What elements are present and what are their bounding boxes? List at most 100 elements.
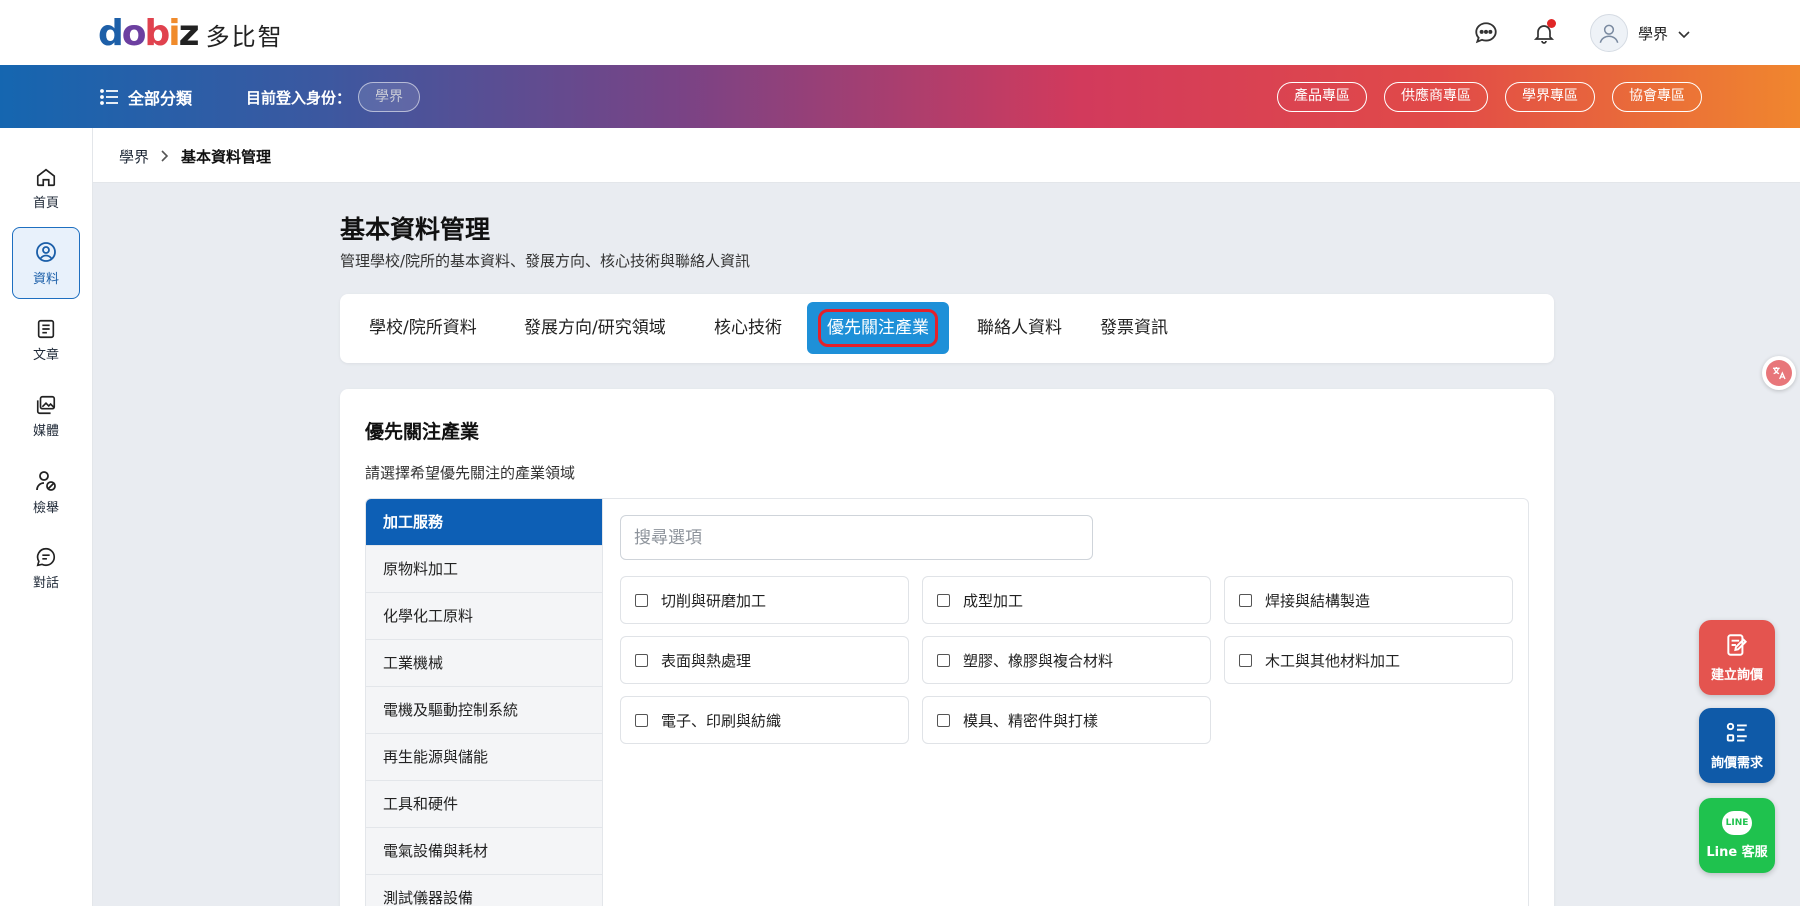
- chevron-down-icon: [1678, 24, 1690, 43]
- zone-suppliers-button[interactable]: 供應商專區: [1384, 82, 1488, 112]
- category-item[interactable]: 工具和硬件: [366, 781, 602, 828]
- page-subtitle: 管理學校/院所的基本資料、發展方向、核心技術與聯絡人資訊: [340, 252, 751, 270]
- sidebar-item-articles[interactable]: 文章: [12, 304, 80, 376]
- option-checkbox[interactable]: 電子、印刷與紡織: [620, 696, 909, 744]
- category-item[interactable]: 測試儀器設備: [366, 875, 602, 906]
- category-item[interactable]: 化學化工原料: [366, 593, 602, 640]
- sidebar-item-media[interactable]: 媒體: [12, 380, 80, 452]
- create-inquiry-button[interactable]: 建立詢價: [1699, 620, 1775, 695]
- option-label: 焊接與結構製造: [1265, 591, 1371, 610]
- category-item[interactable]: 工業機械: [366, 640, 602, 687]
- list-grid-icon: [1726, 722, 1747, 742]
- breadcrumb-current: 基本資料管理: [181, 148, 272, 166]
- bell-icon[interactable]: [1526, 15, 1562, 51]
- category-item[interactable]: 加工服務: [366, 499, 602, 546]
- industry-picker: 加工服務 原物料加工 化學化工原料 工業機械 電機及驅動控制系統 再生能源與儲能…: [365, 498, 1529, 906]
- checkbox[interactable]: [635, 653, 648, 667]
- notification-dot: [1546, 19, 1556, 28]
- role-badge: 學界: [358, 82, 420, 112]
- category-list: 加工服務 原物料加工 化學化工原料 工業機械 電機及驅動控制系統 再生能源與儲能…: [366, 499, 603, 906]
- all-categories-button[interactable]: 全部分類: [100, 85, 192, 109]
- breadcrumb: 學界 基本資料管理: [119, 146, 271, 167]
- sidebar-item-label: 資料: [32, 271, 59, 287]
- section-title: 優先關注產業: [365, 421, 480, 443]
- translate-icon[interactable]: [1762, 356, 1796, 390]
- checkbox[interactable]: [937, 713, 950, 727]
- checkbox[interactable]: [937, 653, 950, 667]
- page-title: 基本資料管理: [340, 215, 491, 244]
- zone-academia-button[interactable]: 學界專區: [1505, 82, 1595, 112]
- checkbox[interactable]: [1239, 593, 1252, 607]
- tab-contact-info[interactable]: 聯絡人資料: [969, 302, 1070, 354]
- checkbox[interactable]: [1239, 653, 1252, 667]
- site-logo[interactable]: dobiz 多比智: [98, 16, 284, 52]
- sidebar-item-profile[interactable]: 資料: [12, 227, 80, 299]
- option-label: 木工與其他材料加工: [1265, 651, 1401, 670]
- sidebar-item-report[interactable]: 檢舉: [12, 456, 80, 528]
- category-item[interactable]: 再生能源與儲能: [366, 734, 602, 781]
- zone-associations-button[interactable]: 協會專區: [1612, 82, 1702, 112]
- tab-invoice-info[interactable]: 發票資訊: [1092, 302, 1176, 354]
- messages-icon[interactable]: [1468, 15, 1504, 51]
- logo-text: 多比智: [205, 22, 284, 51]
- line-icon: LINE: [1722, 811, 1752, 835]
- user-menu[interactable]: 學界: [1589, 14, 1690, 52]
- avatar: [1589, 14, 1628, 52]
- option-label: 表面與熱處理: [661, 651, 752, 670]
- option-checkbox[interactable]: 焊接與結構製造: [1224, 576, 1513, 624]
- option-label: 成型加工: [963, 591, 1024, 610]
- line-service-button[interactable]: LINE Line 客服: [1699, 798, 1775, 873]
- tab-label: 優先關注產業: [827, 318, 929, 338]
- option-checkbox[interactable]: 木工與其他材料加工: [1224, 636, 1513, 684]
- option-label: 模具、精密件與打樣: [963, 711, 1099, 730]
- checkbox[interactable]: [635, 593, 648, 607]
- sidebar-item-label: 對話: [32, 575, 59, 591]
- option-checkbox[interactable]: 表面與熱處理: [620, 636, 909, 684]
- section-description: 請選擇希望優先關注的產業領域: [365, 464, 576, 482]
- sidebar-item-label: 文章: [32, 347, 59, 363]
- tab-research-direction[interactable]: 發展方向/研究領域: [516, 302, 674, 354]
- logo-mark: dobiz: [98, 13, 200, 54]
- option-checkbox[interactable]: 模具、精密件與打樣: [922, 696, 1211, 744]
- chat-icon: [36, 547, 55, 566]
- category-item[interactable]: 電機及驅動控制系統: [366, 687, 602, 734]
- chevron-right-icon: [161, 148, 169, 166]
- fab-label: 詢價需求: [1710, 756, 1763, 771]
- breadcrumb-root[interactable]: 學界: [119, 146, 149, 167]
- category-item[interactable]: 原物料加工: [366, 546, 602, 593]
- category-navbar: 全部分類 目前登入身份： 學界 產品專區 供應商專區 學界專區 協會專區: [0, 65, 1800, 128]
- option-checkbox[interactable]: 切削與研磨加工: [620, 576, 909, 624]
- role-label: 目前登入身份：: [246, 89, 352, 107]
- report-user-icon: [36, 470, 56, 491]
- inquiry-demand-button[interactable]: 詢價需求: [1699, 708, 1775, 783]
- tab-priority-industries[interactable]: 優先關注產業: [807, 302, 949, 354]
- tab-school-info[interactable]: 學校/院所資料: [361, 302, 485, 354]
- fab-label: Line 客服: [1706, 845, 1768, 860]
- option-checkbox[interactable]: 成型加工: [922, 576, 1211, 624]
- priority-industries-card: 優先關注產業 請選擇希望優先關注的產業領域 加工服務 原物料加工 化學化工原料 …: [340, 389, 1554, 906]
- left-sidebar: 首頁 資料 文章 媒體 檢舉 對話: [0, 128, 93, 906]
- checkbox[interactable]: [635, 713, 648, 727]
- sidebar-item-label: 首頁: [32, 195, 59, 211]
- breadcrumb-bar: 學界 基本資料管理: [93, 128, 1800, 183]
- sidebar-item-label: 檢舉: [32, 500, 59, 516]
- sidebar-item-chat[interactable]: 對話: [12, 532, 80, 604]
- document-icon: [37, 319, 55, 338]
- edit-note-icon: [1727, 634, 1748, 656]
- checkbox[interactable]: [937, 593, 950, 607]
- option-label: 切削與研磨加工: [661, 591, 767, 610]
- option-checkbox[interactable]: 塑膠、橡膠與複合材料: [922, 636, 1211, 684]
- user-name: 學界: [1637, 24, 1668, 43]
- media-icon: [36, 395, 56, 414]
- zone-products-button[interactable]: 產品專區: [1277, 82, 1367, 112]
- sidebar-item-label: 媒體: [32, 423, 59, 439]
- list-icon: [100, 89, 118, 105]
- category-item[interactable]: 電氣設備與耗材: [366, 828, 602, 875]
- all-categories-label: 全部分類: [128, 89, 193, 108]
- option-label: 塑膠、橡膠與複合材料: [963, 651, 1114, 670]
- tab-core-technology[interactable]: 核心技術: [706, 302, 790, 354]
- search-input[interactable]: [620, 515, 1093, 560]
- tabs-bar: 學校/院所資料 發展方向/研究領域 核心技術 優先關注產業 聯絡人資料 發票資訊: [340, 294, 1554, 363]
- sidebar-item-home[interactable]: 首頁: [12, 152, 80, 224]
- translate-glyph: [1766, 360, 1792, 386]
